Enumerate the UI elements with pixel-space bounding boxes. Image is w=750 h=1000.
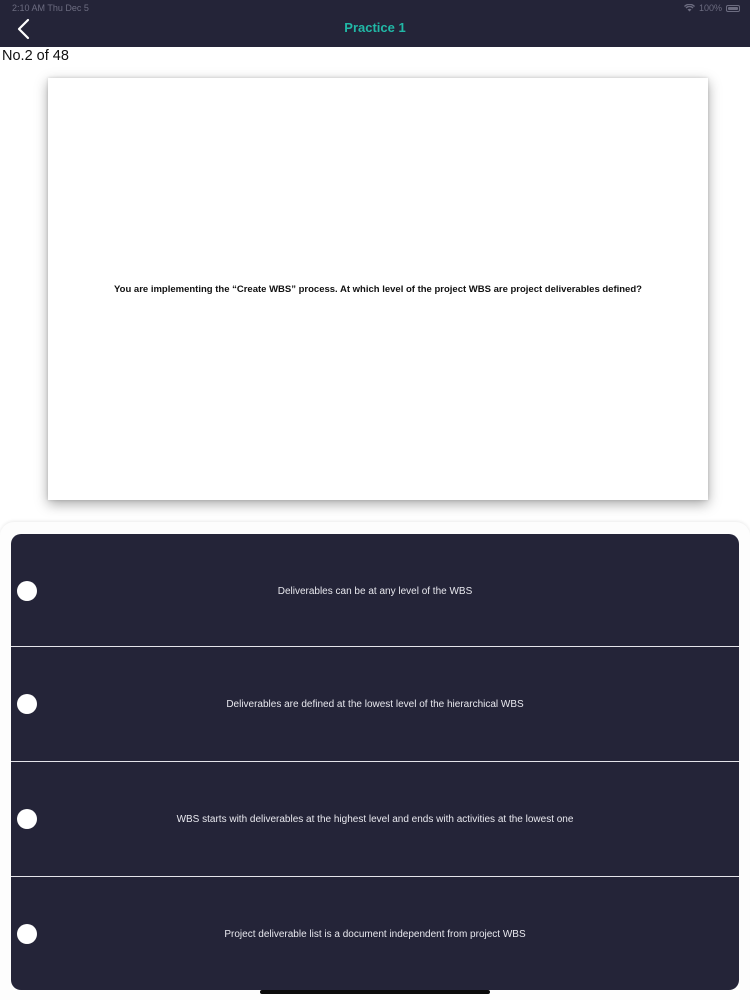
status-indicators: 100% bbox=[683, 3, 740, 13]
status-time: 2:10 AM Thu Dec 5 bbox=[12, 3, 89, 13]
answer-option[interactable]: Project deliverable list is a document i… bbox=[11, 877, 739, 990]
question-text: You are implementing the “Create WBS” pr… bbox=[114, 283, 642, 295]
question-card: You are implementing the “Create WBS” pr… bbox=[48, 78, 708, 500]
answer-option-label: Deliverables can be at any level of the … bbox=[277, 585, 473, 597]
answer-option[interactable]: WBS starts with deliverables at the high… bbox=[11, 762, 739, 876]
answer-option-label: Project deliverable list is a document i… bbox=[224, 928, 526, 940]
radio-button[interactable] bbox=[17, 694, 37, 714]
radio-button[interactable] bbox=[17, 924, 37, 944]
page-title: Practice 1 bbox=[344, 20, 406, 35]
battery-icon bbox=[726, 4, 740, 12]
home-indicator bbox=[260, 990, 490, 994]
answer-option[interactable]: Deliverables are defined at the lowest l… bbox=[11, 647, 739, 761]
wifi-icon bbox=[683, 4, 695, 12]
radio-button[interactable] bbox=[17, 809, 37, 829]
question-counter: No.2 of 48 bbox=[2, 48, 69, 64]
navigation-bar: 2:10 AM Thu Dec 5 100% Practice 1 bbox=[0, 0, 750, 47]
answer-option-label: WBS starts with deliverables at the high… bbox=[176, 813, 574, 825]
radio-button[interactable] bbox=[17, 581, 37, 601]
answer-option[interactable]: Deliverables can be at any level of the … bbox=[11, 534, 739, 648]
answer-options: Deliverables can be at any level of the … bbox=[11, 534, 739, 990]
answer-option-label: Deliverables are defined at the lowest l… bbox=[226, 698, 524, 710]
battery-percent: 100% bbox=[698, 3, 722, 13]
